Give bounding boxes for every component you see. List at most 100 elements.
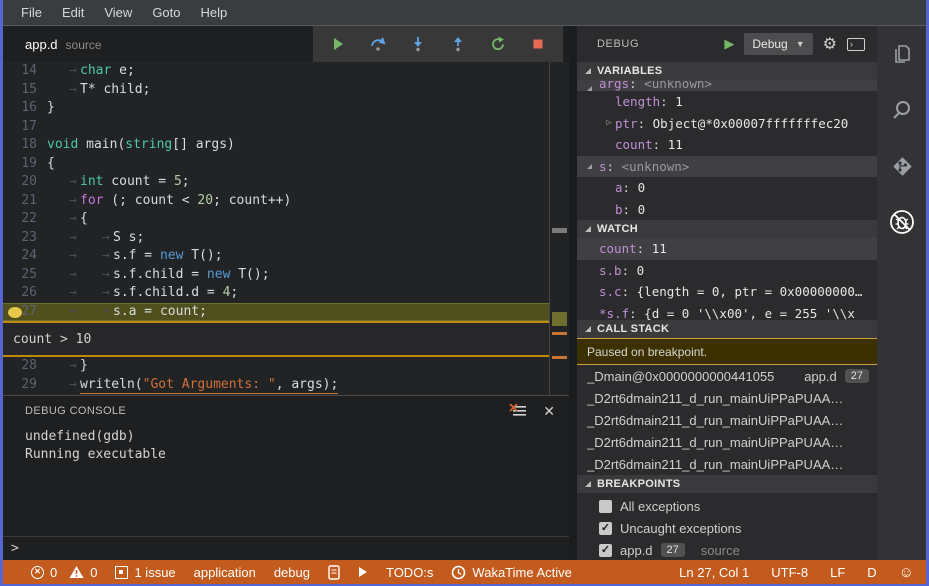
- code-line-25[interactable]: 25 → → s.f.child = new T();: [3, 266, 549, 285]
- menu-edit[interactable]: Edit: [52, 5, 94, 20]
- watch-row[interactable]: s.b: 0: [577, 260, 877, 282]
- sidebar-item-debug[interactable]: [888, 208, 916, 236]
- console-input[interactable]: >: [3, 536, 569, 560]
- stop-icon: [533, 39, 543, 49]
- code-line-18[interactable]: 18 void main(string[] args): [3, 136, 549, 155]
- console-line: Running executable: [25, 447, 166, 462]
- variable-name: b: [615, 201, 623, 217]
- tab-whitespace-arrow: →: [69, 266, 77, 282]
- code-line-29[interactable]: 29 → writeln("Got Arguments: ", args);: [3, 376, 549, 394]
- sidebar-item-search[interactable]: [888, 96, 916, 124]
- cursor-position[interactable]: Ln 27, Col 1: [679, 565, 749, 580]
- panel-splitter[interactable]: [569, 26, 577, 560]
- menu-view[interactable]: View: [94, 5, 142, 20]
- stack-frame[interactable]: _D2rt6dmain211_d_run_mainUiPPaPUAA…: [577, 409, 877, 431]
- issue-icon: [115, 565, 129, 579]
- code-line-20[interactable]: 20 → int count = 5;: [3, 173, 549, 192]
- gear-icon[interactable]: ⚙: [823, 34, 837, 54]
- call-stack-section-header[interactable]: CALL STACK: [577, 320, 877, 338]
- variable-row[interactable]: count: 11: [577, 134, 877, 156]
- stack-frame[interactable]: _D2rt6dmain211_d_run_mainUiPPaPUAA…: [577, 431, 877, 453]
- breakpoint-condition-widget[interactable]: count > 10: [3, 321, 549, 357]
- code-line-17[interactable]: 17: [3, 118, 549, 137]
- menu-file[interactable]: File: [11, 5, 52, 20]
- breakpoint-item[interactable]: ✓ Uncaught exceptions: [577, 517, 877, 539]
- open-console-icon[interactable]: ›: [847, 37, 865, 51]
- issues-item[interactable]: 1 issue: [115, 565, 176, 580]
- watch-row[interactable]: s.c: {length = 0, ptr = 0x00000000…: [577, 281, 877, 303]
- twistie-icon: [587, 163, 592, 169]
- code-line-22[interactable]: 22 →{: [3, 210, 549, 229]
- eol-item[interactable]: LF: [830, 565, 845, 580]
- stop-button[interactable]: [523, 30, 553, 58]
- watch-row[interactable]: *s.f: {d = 0 '\\x00', e = 255 '\\x: [577, 303, 877, 321]
- continue-icon: [334, 38, 343, 50]
- todos-item[interactable]: TODO:s: [386, 565, 433, 580]
- run-icon[interactable]: [358, 566, 368, 578]
- step-out-button[interactable]: [443, 30, 473, 58]
- variables-section-header[interactable]: VARIABLES: [577, 62, 877, 80]
- code-line-28[interactable]: 28 →}: [3, 357, 549, 376]
- code-editor[interactable]: 14 → char e; 15 → T* child; 16} 17 18 void main(s…: [3, 62, 569, 395]
- debug-console-panel: DEBUG CONSOLE ✕ undefined(gdb) Running ex…: [3, 395, 569, 560]
- code-line-24[interactable]: 24 → → s.f = new T();: [3, 247, 549, 266]
- variable-value: {d = 0 '\\x00', e = 255 '\\x: [644, 305, 855, 321]
- variable-row[interactable]: s: <unknown>: [577, 155, 877, 177]
- code-line-19[interactable]: 19{: [3, 155, 549, 174]
- scroll-thumb[interactable]: [552, 228, 567, 233]
- watch-row[interactable]: count: 11: [577, 238, 877, 260]
- step-into-button[interactable]: [403, 30, 433, 58]
- stack-frame[interactable]: _D2rt6dmain211_d_run_mainUiPPaPUAA…: [577, 387, 877, 409]
- code-line-27[interactable]: 27 → → s.a = count;: [3, 302, 549, 321]
- problems-indicator[interactable]: ✕ 0 0: [31, 565, 97, 580]
- watch-section-header[interactable]: WATCH: [577, 220, 877, 238]
- checkbox[interactable]: ✓: [599, 521, 612, 535]
- start-debug-icon[interactable]: ▶: [724, 36, 734, 52]
- code-line-16[interactable]: 16}: [3, 99, 549, 118]
- menu-help[interactable]: Help: [191, 5, 238, 20]
- code-line-21[interactable]: 21 → for (; count < 20; count++): [3, 192, 549, 211]
- code-line-26[interactable]: 26 → → s.f.child.d = 4;: [3, 284, 549, 303]
- stack-frame[interactable]: _D2rt6dmain211_d_run_mainUiPPaPUAA…: [577, 453, 877, 475]
- continue-button[interactable]: [323, 30, 353, 58]
- twistie-icon: [585, 226, 591, 232]
- debug-item[interactable]: debug: [274, 565, 310, 580]
- variable-row[interactable]: args: <unknown>: [577, 80, 877, 91]
- variable-value: {length = 0, ptr = 0x00000000…: [636, 284, 863, 300]
- language-item[interactable]: D: [867, 565, 876, 580]
- debug-config-dropdown[interactable]: Debug ▼: [744, 33, 813, 55]
- breakpoint-dot[interactable]: [8, 306, 22, 318]
- variable-row[interactable]: b: 0: [577, 199, 877, 221]
- breakpoint-item[interactable]: ✓ app.d 27 source: [577, 539, 877, 560]
- stack-frame[interactable]: _Dmain@0x0000000000441055 app.d 27: [577, 365, 877, 387]
- variable-row[interactable]: a: 0: [577, 177, 877, 199]
- restart-button[interactable]: [483, 30, 513, 58]
- file-report-icon[interactable]: [328, 564, 340, 580]
- clear-console-icon[interactable]: [509, 403, 527, 419]
- variable-row[interactable]: length: 1: [577, 91, 877, 113]
- breakpoints-section-header[interactable]: BREAKPOINTS: [577, 475, 877, 493]
- tab-app-d[interactable]: app.d source: [3, 37, 102, 52]
- line-number: 14: [21, 63, 37, 78]
- overview-current-line-mark: [552, 312, 567, 326]
- checkbox[interactable]: [599, 499, 612, 513]
- code-line-23[interactable]: 23 → → S s;: [3, 229, 549, 248]
- wakatime-item[interactable]: WakaTime Active: [451, 565, 572, 580]
- variable-row[interactable]: ▷ ptr: Object@*0x00007fffffffec20: [577, 113, 877, 135]
- editor-scrollbar[interactable]: [549, 62, 569, 395]
- variable-name: s.c: [599, 284, 622, 300]
- application-item[interactable]: application: [194, 565, 256, 580]
- app-window: File Edit View Goto Help app.d source 14…: [0, 0, 929, 586]
- step-over-button[interactable]: [363, 30, 393, 58]
- sidebar-item-source-control[interactable]: [888, 152, 916, 180]
- breakpoint-item[interactable]: All exceptions: [577, 495, 877, 517]
- sidebar-item-files[interactable]: [888, 40, 916, 68]
- breakpoint-line-badge: 27: [660, 543, 685, 557]
- menu-goto[interactable]: Goto: [142, 5, 190, 20]
- code-line-15[interactable]: 15 → T* child;: [3, 81, 549, 100]
- feedback-smiley-icon[interactable]: ☺: [899, 565, 914, 580]
- encoding-item[interactable]: UTF-8: [771, 565, 808, 580]
- close-icon[interactable]: ✕: [543, 403, 555, 420]
- code-line-14[interactable]: 14 → char e;: [3, 62, 549, 81]
- checkbox[interactable]: ✓: [599, 543, 612, 557]
